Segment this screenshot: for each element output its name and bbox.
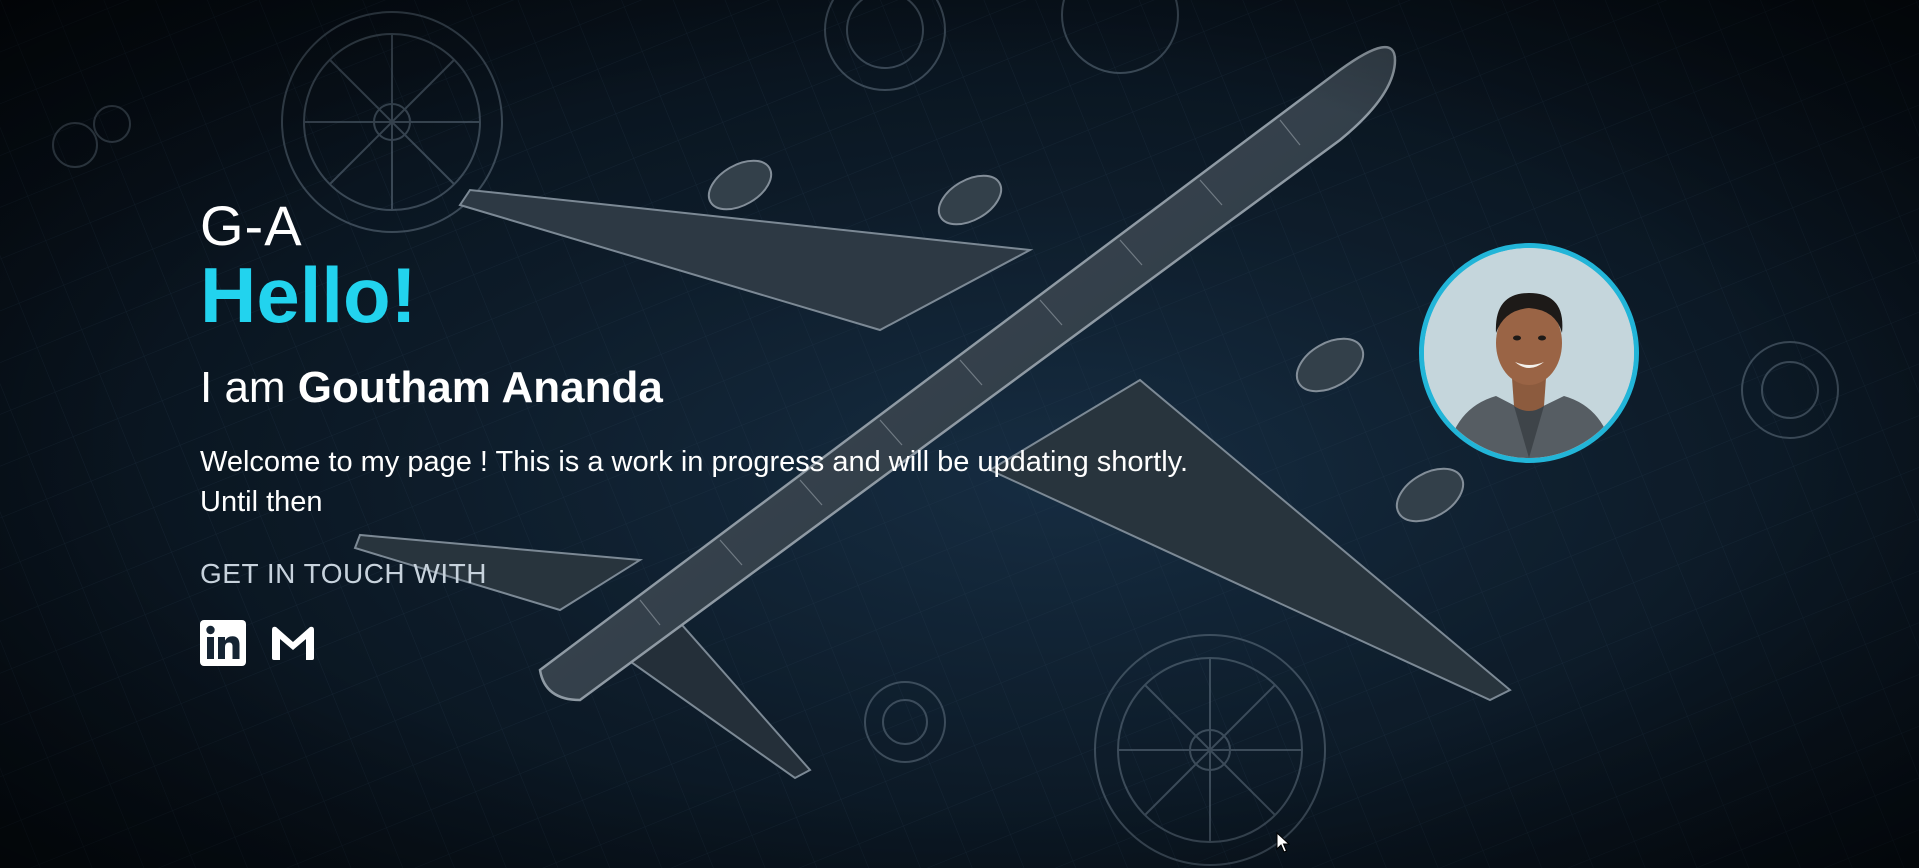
mouse-cursor-icon (1276, 832, 1290, 853)
gmail-link[interactable] (270, 620, 316, 666)
welcome-line-1: Welcome to my page ! This is a work in p… (200, 446, 1189, 478)
social-links (200, 620, 1350, 666)
profile-photo (1424, 248, 1634, 458)
intro-content: G-A Hello! I am Goutham Ananda Welcome t… (200, 196, 1350, 666)
site-logo[interactable]: G-A (200, 196, 1350, 256)
welcome-text: Welcome to my page ! This is a work in p… (200, 442, 1350, 522)
hero-section: G-A Hello! I am Goutham Ananda Welcome t… (0, 0, 1919, 868)
linkedin-icon[interactable] (200, 620, 246, 666)
owner-name: Goutham Ananda (297, 363, 663, 412)
linkedin-link[interactable] (200, 620, 246, 666)
intro-heading: I am Goutham Ananda (200, 362, 1350, 414)
greeting-heading: Hello! (200, 251, 417, 339)
intro-prefix: I am (200, 363, 298, 412)
get-in-touch-label: GET IN TOUCH WITH (200, 558, 487, 589)
gmail-icon[interactable] (270, 620, 316, 666)
welcome-line-2: Until then (200, 486, 323, 518)
profile-avatar (1419, 243, 1639, 463)
